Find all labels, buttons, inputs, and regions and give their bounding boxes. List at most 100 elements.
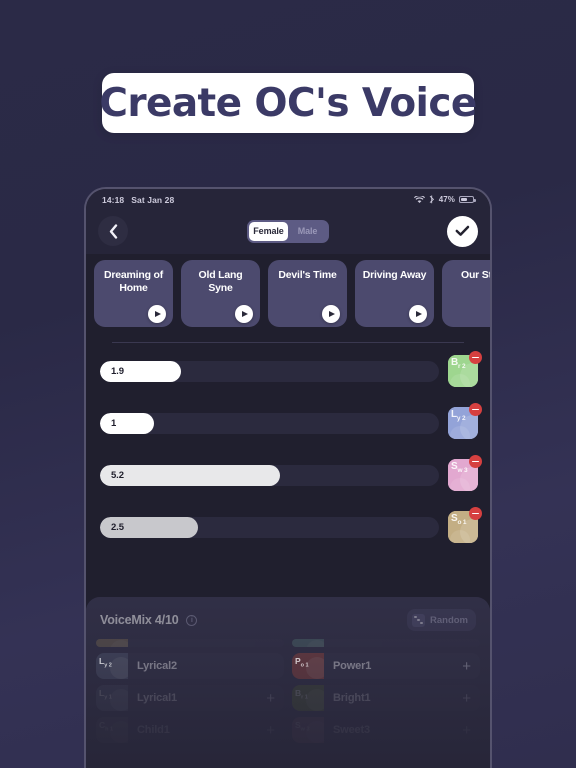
- voice-tile[interactable]: Sw 3: [448, 455, 482, 491]
- tablet-device-frame: 14:18 Sat Jan 28 47% Female Male Dreamin…: [84, 187, 492, 768]
- play-icon[interactable]: [409, 305, 427, 323]
- voicemix-sheet: VoiceMix 4/10 i Random Ly 2 Lyrical2 Po …: [86, 597, 490, 768]
- voice-thumbnail: Ch 1: [96, 717, 128, 743]
- voice-preset-name: Sweet3: [333, 724, 371, 736]
- chevron-left-icon: [109, 223, 117, 239]
- add-icon[interactable]: +: [462, 659, 471, 674]
- voice-tile-label: Ch 1: [99, 720, 114, 733]
- voice-preset-name: Lyrical1: [137, 692, 177, 704]
- song-card-list[interactable]: Dreaming of Home Old Lang Syne Devil's T…: [86, 254, 490, 332]
- app-header: Female Male: [86, 208, 490, 254]
- voice-preset-grid[interactable]: Ly 2 Lyrical2 Po 1 Power1 + Ly 1 Lyrical…: [86, 639, 490, 743]
- list-item[interactable]: Br 1 Bright1 +: [292, 685, 480, 711]
- song-card[interactable]: Driving Away: [355, 260, 434, 327]
- wifi-icon: [413, 195, 425, 203]
- random-button[interactable]: Random: [407, 609, 476, 631]
- dice-icon: [412, 613, 425, 627]
- voicemix-header: VoiceMix 4/10 i Random: [86, 597, 490, 631]
- add-icon[interactable]: +: [266, 691, 275, 706]
- voice-tile-label: Po 1: [295, 656, 309, 669]
- voice-preset-name: Child1: [137, 724, 170, 736]
- song-card[interactable]: Our Stor: [442, 260, 490, 327]
- voice-thumbnail: Br 1: [292, 685, 324, 711]
- status-bar: 14:18 Sat Jan 28 47%: [86, 189, 490, 208]
- song-card[interactable]: Old Lang Syne: [181, 260, 260, 327]
- slider-track[interactable]: 5.2: [100, 464, 439, 486]
- slider-track[interactable]: 1: [100, 412, 439, 434]
- minus-icon[interactable]: [469, 351, 482, 364]
- voice-tile[interactable]: So 1: [448, 507, 482, 543]
- add-icon[interactable]: +: [266, 723, 275, 738]
- voice-thumbnail: Po 1: [292, 653, 324, 679]
- info-icon[interactable]: i: [186, 614, 198, 626]
- voice-preset-name: Bright1: [333, 692, 371, 704]
- slider-row[interactable]: 5.2 Sw 3: [100, 455, 482, 491]
- battery-percent: 47%: [438, 195, 455, 204]
- slider-row[interactable]: 1 Ly 2: [100, 403, 482, 439]
- voice-thumbnail: Ly 2: [96, 653, 128, 679]
- list-item[interactable]: Ch 1 Child1 +: [96, 717, 284, 743]
- voice-tile-label: So 1: [451, 513, 467, 526]
- slider-value: 1: [111, 417, 117, 429]
- song-title: Dreaming of Home: [103, 269, 164, 294]
- play-icon[interactable]: [322, 305, 340, 323]
- song-title: Devil's Time: [278, 269, 337, 281]
- voice-thumbnail: [292, 639, 324, 647]
- song-title: Old Lang Syne: [198, 269, 243, 294]
- slider-fill: 5.2: [100, 464, 280, 486]
- bluetooth-icon: [429, 195, 434, 204]
- voice-thumbnail: Sw 3: [292, 717, 324, 743]
- song-title: Driving Away: [362, 269, 427, 281]
- song-card[interactable]: Dreaming of Home: [94, 260, 173, 327]
- song-card[interactable]: Devil's Time: [268, 260, 347, 327]
- minus-icon[interactable]: [469, 403, 482, 416]
- status-indicators: 47%: [413, 195, 476, 204]
- slider-fill: 1: [100, 412, 155, 434]
- list-item[interactable]: Po 1 Power1 +: [292, 653, 480, 679]
- voice-tile-label: Br 1: [295, 688, 308, 701]
- slider-value: 2.5: [111, 521, 124, 533]
- voice-parameter-sliders: 1.9 Br 2 1 Ly 2 5.2 Sw 3 2.5 So 1: [86, 343, 490, 543]
- play-icon[interactable]: [148, 305, 166, 323]
- slider-value: 5.2: [111, 469, 124, 481]
- slider-track[interactable]: 1.9: [100, 360, 439, 382]
- slider-fill: 1.9: [100, 360, 182, 382]
- segment-female[interactable]: Female: [249, 221, 288, 241]
- device-screen: 14:18 Sat Jan 28 47% Female Male Dreamin…: [86, 189, 490, 768]
- voice-tile-label: Sw 3: [451, 461, 468, 474]
- slider-value: 1.9: [111, 365, 124, 377]
- slider-track[interactable]: 2.5: [100, 516, 439, 538]
- check-icon: [455, 225, 470, 236]
- voicemix-title: VoiceMix 4/10: [100, 613, 179, 627]
- list-item[interactable]: Ly 2 Lyrical2: [96, 653, 284, 679]
- confirm-button[interactable]: [447, 215, 478, 247]
- voice-thumbnail: Ly 1: [96, 685, 128, 711]
- voice-tile-label: Br 2: [451, 357, 466, 370]
- voice-tile-label: Ly 2: [99, 656, 112, 669]
- hero-banner: Create OC's Voice: [99, 73, 477, 133]
- battery-icon: [459, 195, 476, 204]
- minus-icon[interactable]: [469, 455, 482, 468]
- list-item[interactable]: Sw 3 Sweet3 +: [292, 717, 480, 743]
- add-icon[interactable]: +: [462, 723, 471, 738]
- status-time: 14:18: [102, 194, 125, 205]
- slider-row[interactable]: 2.5 So 1: [100, 507, 482, 543]
- voice-tile-label: Ly 1: [99, 688, 112, 701]
- voice-tile-label: Sw 3: [295, 720, 310, 733]
- add-icon[interactable]: +: [462, 691, 471, 706]
- list-item[interactable]: [292, 639, 480, 647]
- voice-tile[interactable]: Br 2: [448, 351, 482, 387]
- play-icon[interactable]: [235, 305, 253, 323]
- list-item[interactable]: [96, 639, 284, 647]
- segment-male[interactable]: Male: [288, 222, 327, 241]
- page-title: Create OC's Voice: [99, 80, 477, 126]
- status-date: Sat Jan 28: [131, 194, 175, 205]
- random-label: Random: [430, 614, 468, 626]
- minus-icon[interactable]: [469, 507, 482, 520]
- voice-thumbnail: [96, 639, 128, 647]
- back-button[interactable]: [98, 216, 128, 246]
- gender-segmented-control[interactable]: Female Male: [247, 219, 329, 243]
- voice-tile[interactable]: Ly 2: [448, 403, 482, 439]
- slider-row[interactable]: 1.9 Br 2: [100, 351, 482, 387]
- list-item[interactable]: Ly 1 Lyrical1 +: [96, 685, 284, 711]
